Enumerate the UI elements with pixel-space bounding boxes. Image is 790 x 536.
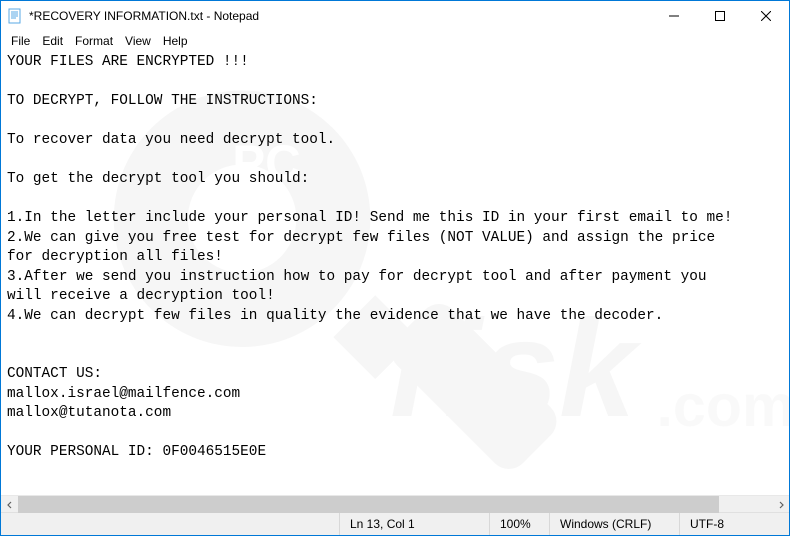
menu-help[interactable]: Help xyxy=(157,33,194,49)
document-text[interactable]: YOUR FILES ARE ENCRYPTED !!! TO DECRYPT,… xyxy=(1,51,789,465)
scroll-track[interactable] xyxy=(18,496,772,512)
status-zoom: 100% xyxy=(489,513,549,535)
scroll-left-arrow-icon[interactable] xyxy=(1,496,18,513)
status-encoding: UTF-8 xyxy=(679,513,789,535)
window-controls xyxy=(651,1,789,31)
menu-format[interactable]: Format xyxy=(69,33,119,49)
horizontal-scrollbar[interactable] xyxy=(1,495,789,512)
scroll-right-arrow-icon[interactable] xyxy=(772,496,789,513)
close-button[interactable] xyxy=(743,1,789,31)
window-title: *RECOVERY INFORMATION.txt - Notepad xyxy=(29,9,259,23)
menu-edit[interactable]: Edit xyxy=(36,33,69,49)
notepad-window: *RECOVERY INFORMATION.txt - Notepad File… xyxy=(0,0,790,536)
app-icon xyxy=(7,8,23,24)
status-position: Ln 13, Col 1 xyxy=(339,513,489,535)
status-bar: Ln 13, Col 1 100% Windows (CRLF) UTF-8 xyxy=(1,512,789,535)
title-bar[interactable]: *RECOVERY INFORMATION.txt - Notepad xyxy=(1,1,789,31)
maximize-button[interactable] xyxy=(697,1,743,31)
menu-file[interactable]: File xyxy=(5,33,36,49)
editor-area[interactable]: PC risk .com YOUR FILES ARE ENCRYPTED !!… xyxy=(1,51,789,495)
status-spacer xyxy=(1,513,339,535)
status-line-ending: Windows (CRLF) xyxy=(549,513,679,535)
scroll-thumb[interactable] xyxy=(18,496,719,513)
menu-bar: File Edit Format View Help xyxy=(1,31,789,51)
menu-view[interactable]: View xyxy=(119,33,157,49)
minimize-button[interactable] xyxy=(651,1,697,31)
